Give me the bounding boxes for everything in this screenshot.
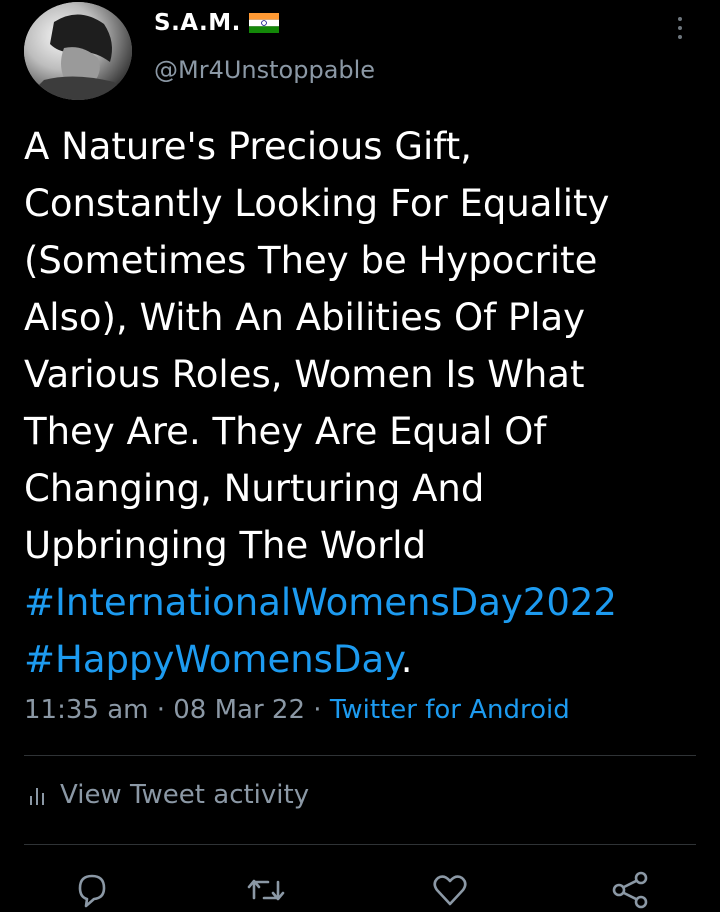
- hashtag-link[interactable]: #InternationalWomensDay2022: [24, 574, 704, 631]
- meta-separator: ·: [313, 695, 322, 725]
- tweet-text: A Nature's Precious Gift, Constantly Loo…: [24, 118, 704, 688]
- divider: [24, 844, 696, 845]
- tweet-line: Constantly Looking For Equality: [24, 182, 610, 225]
- tweet-date: 08 Mar 22: [173, 695, 306, 725]
- share-icon: [612, 871, 648, 909]
- tweet-actions-bar: [0, 868, 720, 909]
- tweet-time: 11:35 am: [24, 695, 149, 725]
- tweet-line: Various Roles, Women Is What: [24, 353, 585, 396]
- like-icon: [433, 875, 467, 906]
- more-options-button[interactable]: [668, 10, 692, 46]
- divider: [24, 755, 696, 756]
- display-name-text: S.A.M.: [154, 10, 241, 36]
- display-name[interactable]: S.A.M.: [154, 10, 279, 36]
- avatar-photo: [24, 2, 132, 100]
- reply-icon: [78, 874, 106, 908]
- more-dot-icon: [678, 35, 682, 39]
- share-button[interactable]: [608, 868, 652, 909]
- tweet-source-link[interactable]: Twitter for Android: [330, 695, 570, 725]
- more-dot-icon: [678, 17, 682, 21]
- tweet-line: Upbringing The World: [24, 524, 427, 567]
- bar-chart-icon: [30, 788, 44, 805]
- reply-button[interactable]: [70, 868, 114, 908]
- retweet-icon: [247, 879, 285, 901]
- tweet-line: Changing, Nurturing And: [24, 467, 485, 510]
- tweet-line: A Nature's Precious Gift,: [24, 125, 472, 168]
- avatar[interactable]: [24, 2, 132, 100]
- more-dot-icon: [678, 26, 682, 30]
- tweet-meta: 11:35 am · 08 Mar 22 · Twitter for Andro…: [24, 695, 570, 725]
- like-button[interactable]: [428, 868, 472, 906]
- view-tweet-activity-button[interactable]: View Tweet activity: [28, 780, 309, 810]
- tweet-line: (Sometimes They be Hypocrite: [24, 239, 598, 282]
- meta-separator: ·: [156, 695, 165, 725]
- tweet-line: They Are. They Are Equal Of: [24, 410, 547, 453]
- tweet-trailing-punctuation: .: [400, 638, 413, 681]
- hashtag-link[interactable]: #HappyWomensDay: [24, 638, 401, 681]
- india-flag-icon: [248, 13, 279, 33]
- tweet-line: Also), With An Abilities Of Play: [24, 296, 586, 339]
- retweet-button[interactable]: [244, 868, 288, 901]
- view-tweet-activity-label: View Tweet activity: [60, 780, 310, 810]
- user-handle[interactable]: @Mr4Unstoppable: [154, 56, 375, 84]
